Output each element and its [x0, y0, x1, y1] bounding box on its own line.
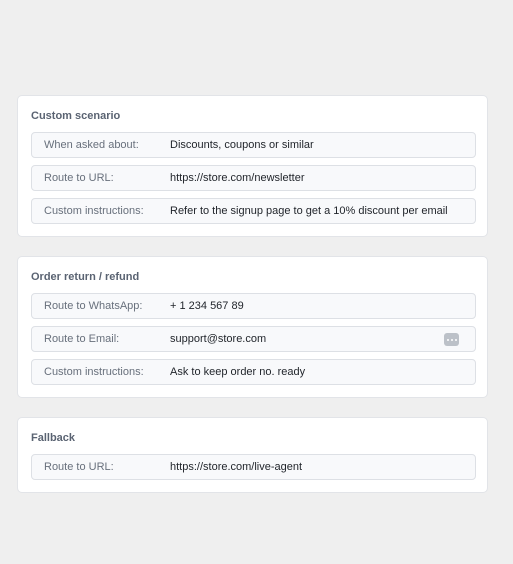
card-title: Order return / refund: [31, 271, 140, 283]
card-title: Custom scenario: [31, 110, 121, 122]
rule-row-route-url[interactable]: Route to URL: https://store.com/live-age…: [31, 454, 476, 480]
row-label: Route to URL:: [44, 461, 114, 473]
row-value: Refer to the signup page to get a 10% di…: [170, 205, 448, 217]
dot: [450, 338, 453, 341]
row-label: Custom instructions:: [44, 366, 144, 378]
fallback-card: Fallback Route to URL: https://store.com…: [17, 417, 488, 493]
row-value: support@store.com: [170, 333, 267, 345]
row-label: Route to URL:: [44, 172, 114, 184]
order-return-card: Order return / refund Route to WhatsApp:…: [17, 256, 488, 398]
rule-row-route-whatsapp[interactable]: Route to WhatsApp: + 1 234 567 89: [31, 293, 476, 319]
dot: [454, 338, 457, 341]
row-label: Route to Email:: [44, 333, 120, 345]
card-title: Fallback: [31, 432, 76, 444]
rule-row-route-email[interactable]: Route to Email: support@store.com: [31, 326, 476, 352]
row-label: Custom instructions:: [44, 205, 144, 217]
dot: [446, 338, 449, 341]
custom-scenario-card: Custom scenario When asked about: Discou…: [17, 95, 488, 237]
row-label: Route to WhatsApp:: [44, 300, 143, 312]
row-value: + 1 234 567 89: [170, 300, 244, 312]
rule-row-route-url[interactable]: Route to URL: https://store.com/newslett…: [31, 165, 476, 191]
rule-row-instructions[interactable]: Custom instructions: Ask to keep order n…: [31, 359, 476, 385]
row-value: https://store.com/live-agent: [170, 461, 303, 473]
row-value: https://store.com/newsletter: [170, 172, 305, 184]
row-value: Discounts, coupons or similar: [170, 139, 314, 151]
row-label: When asked about:: [44, 139, 139, 151]
rule-row-trigger[interactable]: When asked about: Discounts, coupons or …: [31, 132, 476, 158]
rule-row-instructions[interactable]: Custom instructions: Refer to the signup…: [31, 198, 476, 224]
row-value: Ask to keep order no. ready: [170, 366, 306, 378]
more-options-icon[interactable]: [444, 333, 459, 346]
